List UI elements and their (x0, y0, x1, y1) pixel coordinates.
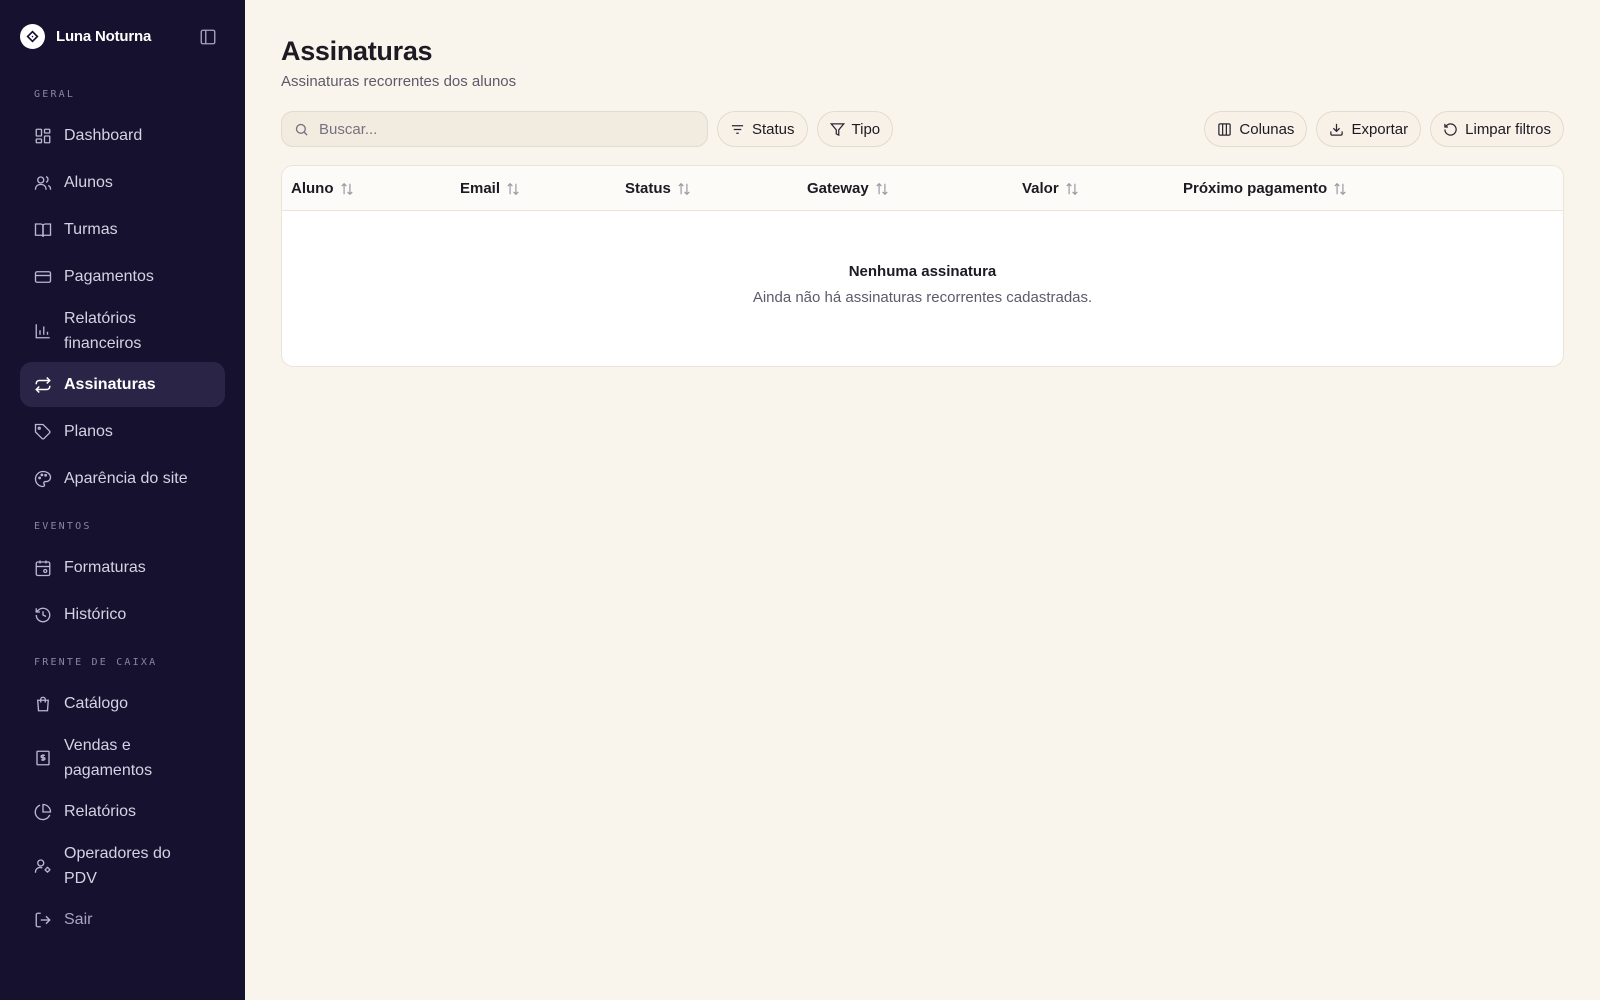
column-label: Aluno (291, 180, 334, 197)
column-header-valor[interactable]: Valor (1022, 166, 1079, 211)
sort-icon (1065, 182, 1079, 196)
exportar-label: Exportar (1351, 120, 1409, 138)
page-title: Assinaturas (281, 36, 433, 66)
colunas-button[interactable]: Colunas (1204, 111, 1308, 147)
section-label-eventos: EVENTOS (34, 521, 92, 532)
brand[interactable]: Luna Noturna (20, 0, 225, 72)
sidebar-item-label: Relatórios (64, 803, 137, 820)
sidebar-item-label: Catálogo (64, 695, 129, 712)
user-cog-icon (34, 857, 52, 875)
logout-label: Sair (64, 911, 93, 928)
sort-icon (1333, 182, 1347, 196)
sidebar-item-pagamentos[interactable]: Pagamentos (20, 254, 225, 299)
tipo-filter-label: Tipo (851, 120, 881, 138)
empty-state-description: Ainda não há assinaturas recorrentes cad… (752, 289, 1093, 306)
main-content: Assinaturas Assinaturas recorrentes dos … (245, 0, 1600, 1000)
shopping-bag-icon (34, 695, 52, 713)
column-label: Email (460, 180, 501, 197)
sidebar-item-aparencia-do-site[interactable]: Aparência do site (20, 456, 225, 501)
logo-icon (20, 23, 45, 49)
sidebar-item-label: Vendas e pagamentos (64, 736, 153, 779)
sidebar-item-vendas-e-pagamentos[interactable]: Vendas e pagamentos (20, 728, 225, 787)
table-header: Aluno Email Status Gateway Valor Próximo… (282, 166, 1563, 211)
columns-icon (1217, 122, 1232, 137)
colunas-label: Colunas (1239, 120, 1295, 138)
users-icon (34, 174, 52, 192)
sidebar-item-relatorios[interactable]: Relatórios (20, 789, 225, 834)
tipo-filter-button[interactable]: Tipo (816, 111, 894, 147)
sidebar-item-historico[interactable]: Histórico (20, 592, 225, 637)
sidebar-item-label: Relatórios financeiros (64, 309, 142, 352)
sidebar-item-assinaturas[interactable]: Assinaturas (20, 362, 225, 407)
column-header-email[interactable]: Email (460, 166, 520, 211)
book-icon (34, 221, 52, 239)
section-label-geral: GERAL (34, 89, 76, 100)
column-label: Status (625, 180, 671, 197)
sort-icon (506, 182, 520, 196)
page-subtitle: Assinaturas recorrentes dos alunos (281, 73, 517, 90)
exportar-button[interactable]: Exportar (1316, 111, 1422, 147)
sidebar-item-dashboard[interactable]: Dashboard (20, 113, 225, 158)
subscriptions-table: Aluno Email Status Gateway Valor Próximo… (281, 165, 1564, 367)
reset-icon (1443, 122, 1458, 137)
column-header-proximo-pagamento[interactable]: Próximo pagamento (1183, 166, 1347, 211)
filter-lines-icon (730, 122, 745, 137)
credit-card-icon (34, 268, 52, 286)
sidebar-item-label: Assinaturas (64, 376, 156, 393)
repeat-icon (34, 376, 52, 394)
sidebar-item-label: Formaturas (64, 559, 146, 576)
status-filter-button[interactable]: Status (717, 111, 808, 147)
history-icon (34, 606, 52, 624)
sidebar-item-label: Operadores do PDV (64, 844, 171, 887)
tag-icon (34, 423, 52, 441)
search-box[interactable] (281, 111, 708, 147)
pie-chart-icon (34, 803, 52, 821)
sidebar-item-label: Aparência do site (64, 470, 188, 487)
sidebar-item-alunos[interactable]: Alunos (20, 160, 225, 205)
logout-button[interactable]: Sair (20, 897, 225, 942)
sidebar-item-relatorios-financeiros[interactable]: Relatórios financeiros (20, 301, 225, 360)
palette-icon (34, 470, 52, 488)
logout-icon (34, 911, 52, 929)
sidebar-item-turmas[interactable]: Turmas (20, 207, 225, 252)
sidebar-toggle-icon[interactable] (199, 28, 217, 46)
calendar-icon (34, 559, 52, 577)
empty-state: Nenhuma assinatura Ainda não há assinatu… (282, 211, 1563, 306)
section-label-frente-de-caixa: FRENTE DE CAIXA (34, 657, 158, 668)
column-label: Próximo pagamento (1183, 180, 1328, 197)
sidebar-item-label: Planos (64, 423, 113, 440)
sidebar-item-operadores-do-pdv[interactable]: Operadores do PDV (20, 836, 225, 895)
bar-chart-icon (34, 322, 52, 340)
sidebar-item-catalogo[interactable]: Catálogo (20, 681, 225, 726)
sidebar-item-label: Dashboard (64, 127, 143, 144)
receipt-icon (34, 749, 52, 767)
limpar-filtros-label: Limpar filtros (1465, 120, 1551, 138)
column-header-aluno[interactable]: Aluno (291, 166, 354, 211)
limpar-filtros-button[interactable]: Limpar filtros (1430, 111, 1564, 147)
sidebar-item-planos[interactable]: Planos (20, 409, 225, 454)
funnel-icon (829, 122, 845, 137)
download-icon (1329, 122, 1344, 137)
sidebar-item-label: Alunos (64, 174, 113, 191)
sort-icon (340, 182, 354, 196)
sort-icon (875, 182, 889, 196)
search-icon (294, 122, 309, 137)
column-label: Gateway (807, 180, 869, 197)
sidebar-item-formaturas[interactable]: Formaturas (20, 545, 225, 590)
app-name: Luna Noturna (56, 27, 152, 45)
sidebar-item-label: Histórico (64, 606, 127, 623)
status-filter-label: Status (752, 120, 795, 138)
sort-icon (677, 182, 691, 196)
sidebar: Luna Noturna GERAL Dashboard Alunos Turm… (0, 0, 245, 1000)
empty-state-title: Nenhuma assinatura (848, 263, 997, 280)
column-header-status[interactable]: Status (625, 166, 691, 211)
column-label: Valor (1022, 180, 1059, 197)
toolbar: Status Tipo Colunas Exportar Limpa (281, 111, 1564, 147)
dashboard-icon (34, 127, 52, 145)
column-header-gateway[interactable]: Gateway (807, 166, 889, 211)
sidebar-item-label: Turmas (64, 221, 118, 238)
search-input[interactable] (319, 120, 679, 138)
sidebar-item-label: Pagamentos (64, 268, 154, 285)
